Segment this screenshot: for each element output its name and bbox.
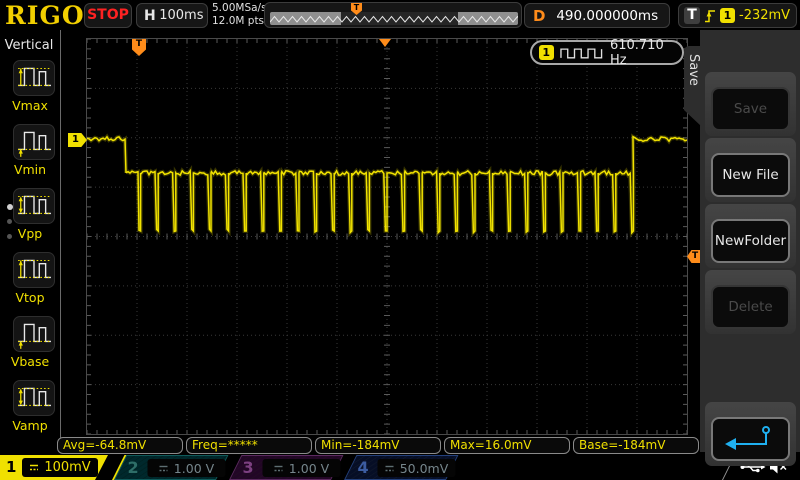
dc-coupling-icon: [385, 464, 395, 473]
delay-label: D: [533, 7, 545, 25]
channel-number: 4: [357, 458, 368, 477]
measure-item-label: Vmin: [2, 162, 58, 177]
menu-button-save[interactable]: Save: [711, 87, 790, 131]
vmax-icon: [13, 60, 55, 96]
memory-position-indicator[interactable]: T: [264, 2, 522, 28]
channel3-status[interactable]: 3 1.00 V: [229, 455, 343, 480]
waveform-plot: [87, 39, 687, 434]
memory-waveform-icon: [270, 12, 518, 25]
measure-item-vbase[interactable]: Vbase: [0, 316, 60, 374]
channel-number: 3: [242, 458, 253, 477]
menu-button-delete[interactable]: Delete: [711, 285, 790, 329]
return-arrow-icon: [722, 424, 780, 454]
page-indicator-dot: [7, 204, 13, 210]
vtop-icon: [13, 252, 55, 288]
measurement-min[interactable]: Min=-184mV: [315, 437, 441, 454]
measurement-max[interactable]: Max=16.0mV: [444, 437, 570, 454]
channel-scale: 100mV: [44, 460, 90, 475]
measure-item-vamp[interactable]: Vamp: [0, 380, 60, 438]
channel4-status[interactable]: 4 50.0mV: [344, 455, 458, 480]
channel1-offset-marker[interactable]: 1: [68, 133, 87, 147]
vbase-icon: [13, 316, 55, 352]
memory-bar: [270, 12, 518, 25]
channel-status-bar: 1 100mV 2 1.00 V 3: [0, 454, 800, 480]
trigger-level-letter: T: [692, 251, 698, 261]
menu-slot: [705, 402, 796, 466]
channel-scale-box: 100mV: [22, 458, 98, 477]
measure-item-label: Vmax: [2, 98, 58, 113]
frequency-counter: 1 610.710 Hz: [530, 40, 684, 65]
measure-item-vmin[interactable]: Vmin: [0, 124, 60, 182]
delay-readout[interactable]: D 490.000000ms: [524, 3, 670, 28]
memory-depth: 12.0M pts: [212, 15, 267, 28]
measure-item-label: Vtop: [2, 290, 58, 305]
left-measure-menu: Vertical Vmax Vmin Vpp Vtop Vbase Vamp: [0, 30, 60, 455]
vpp-icon: [13, 188, 55, 224]
measurement-base[interactable]: Base=-184mV: [573, 437, 699, 454]
panel-divider: [60, 30, 61, 452]
channel-scale-box: 50.0mV: [377, 459, 455, 477]
square-wave-icon: [560, 46, 604, 60]
sample-rate: 5.00MSa/s: [212, 2, 267, 15]
channel-scale-box: 1.00 V: [262, 459, 340, 477]
counter-channel-badge: 1: [539, 45, 554, 60]
menu-slot: New File: [705, 138, 796, 202]
menu-slot: Delete: [705, 270, 796, 334]
channel1-status[interactable]: 1 100mV: [0, 455, 108, 480]
channel-number: 2: [127, 458, 138, 477]
timebase-value: 100ms: [156, 8, 207, 23]
horizontal-label: H: [144, 8, 156, 24]
menu-button-back[interactable]: [711, 417, 790, 461]
menu-button-new-folder[interactable]: NewFolder: [711, 219, 790, 263]
acquisition-info: 5.00MSa/s 12.0M pts: [212, 2, 267, 28]
trigger-source-badge: 1: [720, 8, 735, 23]
trigger-readout[interactable]: T 1 -232mV: [678, 3, 797, 28]
dc-coupling-icon: [159, 464, 169, 473]
channel-scale: 1.00 V: [289, 461, 329, 476]
channel-scale-box: 1.00 V: [147, 459, 225, 477]
measure-item-vmax[interactable]: Vmax: [0, 60, 60, 118]
menu-button-new-file[interactable]: New File: [711, 153, 790, 197]
measure-item-vtop[interactable]: Vtop: [0, 252, 60, 310]
menu-slot: NewFolder: [705, 204, 796, 268]
memory-trigger-letter: T: [354, 3, 359, 12]
trigger-position-letter: T: [136, 39, 142, 49]
measurement-freq[interactable]: Freq=*****: [186, 437, 312, 454]
channel-scale: 1.00 V: [174, 461, 214, 476]
measure-item-label: Vamp: [2, 418, 58, 433]
vmin-icon: [13, 124, 55, 160]
menu-title: Vertical: [0, 38, 58, 53]
channel-scale: 50.0mV: [400, 461, 449, 476]
menu-slot: Save: [705, 72, 796, 136]
measurement-avg[interactable]: Avg=-64.8mV: [57, 437, 183, 454]
dc-coupling-icon: [274, 464, 284, 473]
channel1-marker-number: 1: [72, 134, 79, 145]
graticule: [86, 38, 688, 435]
measure-item-label: Vbase: [2, 354, 58, 369]
page-indicator-dot: [7, 219, 12, 224]
dc-coupling-icon: [29, 463, 39, 472]
oscilloscope-screen: RIGOL STOP H 100ms 5.00MSa/s 12.0M pts T…: [0, 0, 800, 480]
channel2-status[interactable]: 2 1.00 V: [114, 455, 228, 480]
vamp-icon: [13, 380, 55, 416]
delay-reference-marker: [379, 39, 391, 47]
channel-number: 1: [6, 458, 16, 476]
rising-edge-icon: [704, 8, 716, 24]
frequency-value: 610.710 Hz: [610, 38, 682, 68]
run-state-button[interactable]: STOP: [84, 3, 132, 28]
trigger-level-value: -232mV: [739, 8, 790, 23]
horizontal-timebase-control[interactable]: H 100ms: [136, 3, 208, 28]
trigger-label: T: [684, 7, 700, 24]
page-indicator-dot: [7, 234, 12, 239]
delay-value: 490.000000ms: [545, 8, 669, 24]
